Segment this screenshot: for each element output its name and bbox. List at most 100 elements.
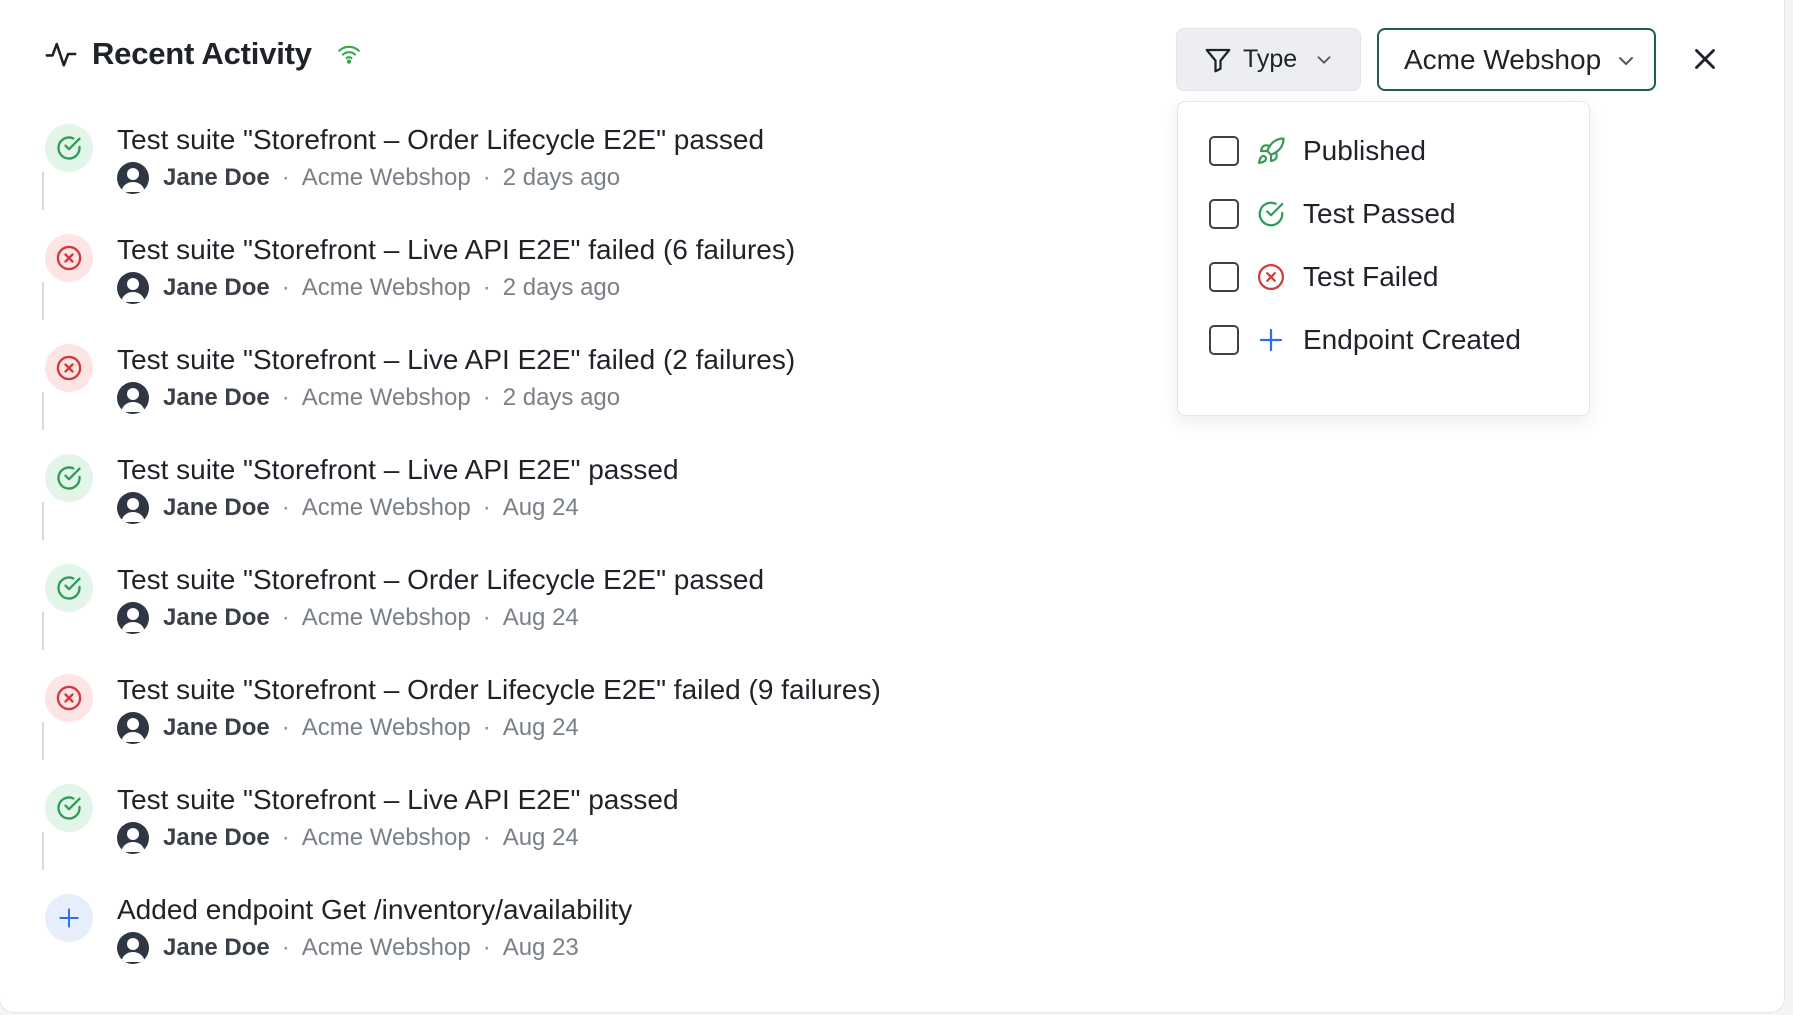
filter-option-test-passed[interactable]: Test Passed: [1209, 194, 1456, 234]
activity-user: Jane Doe: [163, 824, 270, 851]
filter-option-label: Test Passed: [1303, 198, 1456, 229]
project-select[interactable]: Acme Webshop: [1377, 28, 1656, 91]
activity-status-badge: [45, 124, 93, 172]
timeline-connector: [42, 172, 44, 210]
project-select-value: Acme Webshop: [1404, 43, 1602, 75]
x-circle-icon: [55, 684, 83, 712]
close-icon: [1695, 49, 1715, 69]
avatar: [117, 162, 149, 194]
activity-user: Jane Doe: [163, 934, 270, 961]
activity-status-badge: [45, 234, 93, 282]
type-filter-dropdown: Published Test Passed Test Failed Endpoi…: [1177, 101, 1590, 416]
activity-status-badge: [45, 344, 93, 392]
filter-option-label: Endpoint Created: [1303, 324, 1521, 355]
timeline-connector: [42, 722, 44, 760]
activity-user: Jane Doe: [163, 384, 270, 411]
activity-user: Jane Doe: [163, 714, 270, 741]
panel-header: Recent Activity: [44, 34, 362, 74]
check-circle-icon: [55, 794, 83, 822]
activity-time: 2 days ago: [502, 274, 621, 301]
activity-user: Jane Doe: [163, 164, 270, 191]
activity-project: Acme Webshop: [301, 164, 471, 191]
activity-title: Added endpoint Get /inventory/availabili…: [117, 894, 633, 925]
activity-item[interactable]: Test suite "Storefront – Live API E2E" p…: [0, 784, 1000, 894]
page-title: Recent Activity: [92, 36, 312, 71]
separator-dot: ·: [281, 164, 290, 191]
chevron-down-icon: [1313, 49, 1335, 71]
close-button[interactable]: [1688, 42, 1722, 76]
activity-time: Aug 23: [502, 934, 579, 961]
activity-time: 2 days ago: [502, 164, 621, 191]
rocket-icon: [1255, 135, 1287, 167]
filter-option-published[interactable]: Published: [1209, 131, 1426, 171]
separator-dot: ·: [281, 274, 290, 301]
activity-status-badge: [45, 784, 93, 832]
separator-dot: ·: [482, 604, 491, 631]
live-wifi-icon: [336, 41, 362, 67]
activity-title: Test suite "Storefront – Live API E2E" f…: [117, 234, 796, 265]
activity-project: Acme Webshop: [301, 824, 471, 851]
filter-option-label: Test Failed: [1303, 261, 1439, 292]
activity-item[interactable]: Test suite "Storefront – Live API E2E" f…: [0, 344, 1000, 454]
activity-item[interactable]: Test suite "Storefront – Live API E2E" p…: [0, 454, 1000, 564]
activity-meta: Jane Doe · Acme Webshop · 2 days ago: [117, 272, 620, 304]
check-circle-icon: [55, 464, 83, 492]
activity-meta: Jane Doe · Acme Webshop · Aug 24: [117, 822, 579, 854]
activity-title: Test suite "Storefront – Order Lifecycle…: [117, 124, 765, 155]
separator-dot: ·: [482, 384, 491, 411]
separator-dot: ·: [482, 494, 491, 521]
plus-icon: [1255, 324, 1287, 356]
separator-dot: ·: [281, 934, 290, 961]
activity-time: 2 days ago: [502, 384, 621, 411]
avatar: [117, 712, 149, 744]
checkbox[interactable]: [1209, 136, 1239, 166]
activity-item[interactable]: Added endpoint Get /inventory/availabili…: [0, 894, 1000, 1004]
activity-status-badge: [45, 894, 93, 942]
activity-item[interactable]: Test suite "Storefront – Live API E2E" f…: [0, 234, 1000, 344]
x-circle-icon: [55, 244, 83, 272]
avatar: [117, 932, 149, 964]
activity-title: Test suite "Storefront – Order Lifecycle…: [117, 674, 881, 705]
avatar: [117, 602, 149, 634]
check-circle-icon: [55, 134, 83, 162]
activity-panel: Recent Activity Type Acme Webshop Publis…: [0, 0, 1784, 1012]
activity-time: Aug 24: [502, 604, 579, 631]
activity-meta: Jane Doe · Acme Webshop · 2 days ago: [117, 382, 620, 414]
separator-dot: ·: [281, 824, 290, 851]
type-filter-button[interactable]: Type: [1176, 28, 1361, 91]
activity-title: Test suite "Storefront – Live API E2E" f…: [117, 344, 796, 375]
activity-item[interactable]: Test suite "Storefront – Order Lifecycle…: [0, 564, 1000, 674]
separator-dot: ·: [281, 494, 290, 521]
activity-time: Aug 24: [502, 824, 579, 851]
filter-icon: [1203, 45, 1233, 75]
separator-dot: ·: [482, 934, 491, 961]
activity-status-badge: [45, 564, 93, 612]
checkbox[interactable]: [1209, 199, 1239, 229]
separator-dot: ·: [281, 604, 290, 631]
separator-dot: ·: [482, 274, 491, 301]
checkbox[interactable]: [1209, 262, 1239, 292]
activity-user: Jane Doe: [163, 274, 270, 301]
filter-option-test-failed[interactable]: Test Failed: [1209, 257, 1438, 297]
activity-item[interactable]: Test suite "Storefront – Order Lifecycle…: [0, 124, 1000, 234]
x-circle-icon: [55, 354, 83, 382]
activity-meta: Jane Doe · Acme Webshop · 2 days ago: [117, 162, 620, 194]
timeline-connector: [42, 392, 44, 430]
filter-option-endpoint-created[interactable]: Endpoint Created: [1209, 320, 1521, 360]
separator-dot: ·: [281, 384, 290, 411]
activity-item[interactable]: Test suite "Storefront – Order Lifecycle…: [0, 674, 1000, 784]
activity-project: Acme Webshop: [301, 934, 471, 961]
avatar: [117, 272, 149, 304]
activity-title: Test suite "Storefront – Order Lifecycle…: [117, 564, 765, 595]
checkbox[interactable]: [1209, 325, 1239, 355]
timeline-connector: [42, 282, 44, 320]
activity-meta: Jane Doe · Acme Webshop · Aug 24: [117, 602, 579, 634]
separator-dot: ·: [482, 824, 491, 851]
avatar: [117, 492, 149, 524]
avatar: [117, 382, 149, 414]
activity-title: Test suite "Storefront – Live API E2E" p…: [117, 784, 679, 815]
activity-project: Acme Webshop: [301, 714, 471, 741]
activity-status-badge: [45, 674, 93, 722]
timeline-connector: [42, 502, 44, 540]
check-circle-icon: [55, 574, 83, 602]
